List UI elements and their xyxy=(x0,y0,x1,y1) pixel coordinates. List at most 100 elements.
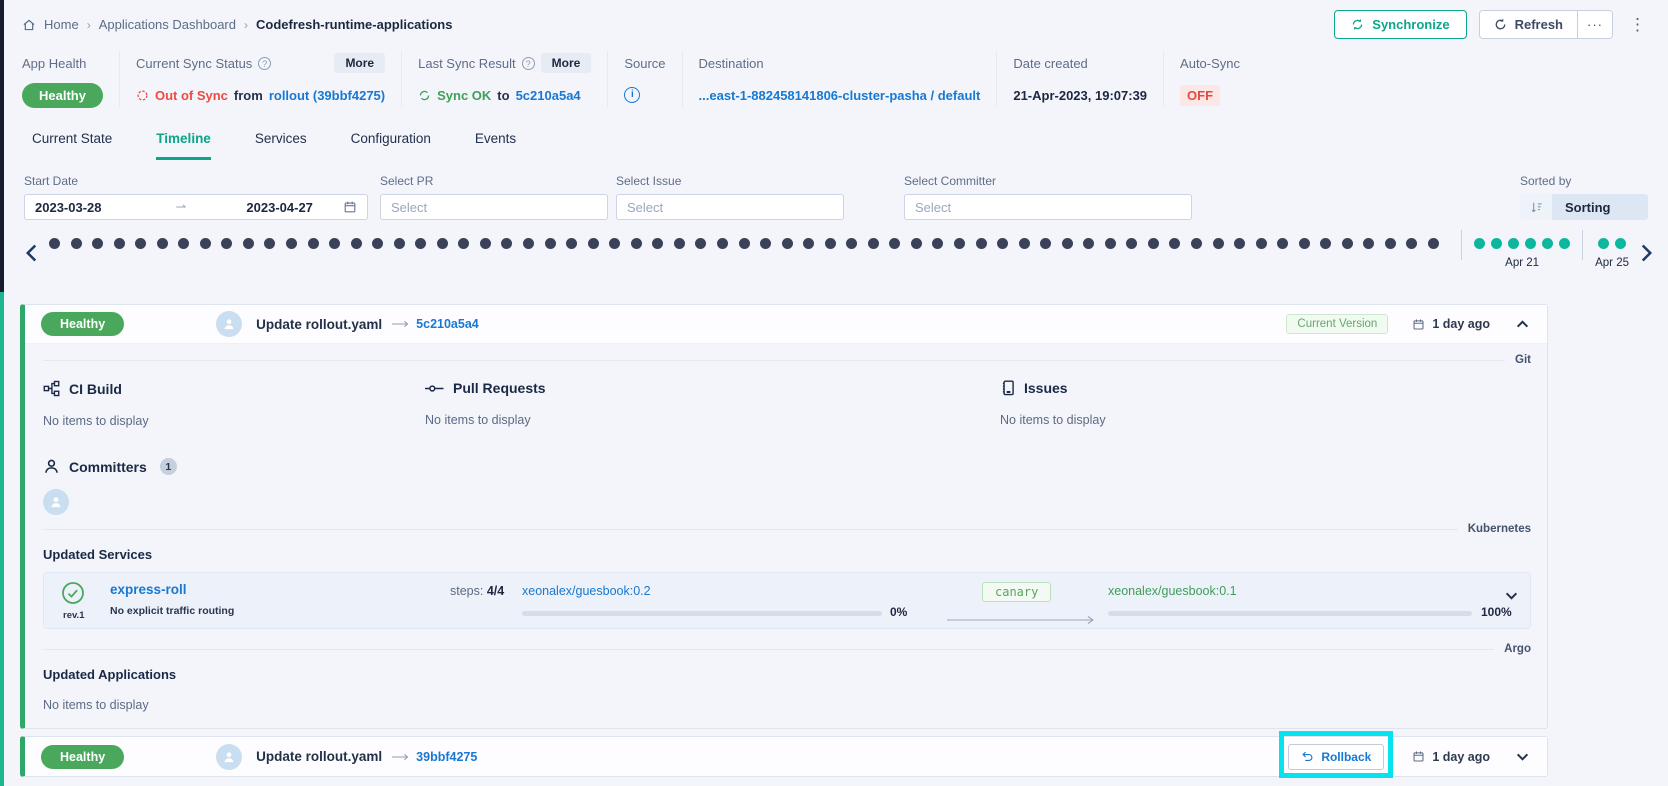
timeline-dot[interactable] xyxy=(739,238,750,249)
timeline-dot[interactable] xyxy=(1615,238,1626,249)
help-icon[interactable]: ? xyxy=(522,57,535,70)
timeline-dot[interactable] xyxy=(135,238,146,249)
home-icon[interactable] xyxy=(22,18,36,32)
timeline-dot[interactable] xyxy=(1148,238,1159,249)
timeline-dot[interactable] xyxy=(889,238,900,249)
last-sync-more-button[interactable]: More xyxy=(541,53,592,73)
timeline-dot[interactable] xyxy=(997,238,1008,249)
timeline-dot[interactable] xyxy=(1126,238,1137,249)
kebab-menu-button[interactable]: ⋮ xyxy=(1625,13,1650,37)
timeline-dot[interactable] xyxy=(200,238,211,249)
timeline-dot[interactable] xyxy=(1040,238,1051,249)
timeline-dot[interactable] xyxy=(329,238,340,249)
tab-configuration[interactable]: Configuration xyxy=(351,131,431,160)
timeline-dot[interactable] xyxy=(415,238,426,249)
date-to-value[interactable]: 2023-04-27 xyxy=(246,200,313,215)
expand-service-button[interactable] xyxy=(1505,589,1518,602)
breadcrumb-home[interactable]: Home xyxy=(44,17,79,32)
timeline-dot[interactable] xyxy=(1320,238,1331,249)
timeline-dot[interactable] xyxy=(1019,238,1030,249)
timeline-dot[interactable] xyxy=(1169,238,1180,249)
timeline-dot[interactable] xyxy=(1525,238,1536,249)
timeline-dot[interactable] xyxy=(1491,238,1502,249)
timeline-dot[interactable] xyxy=(1598,238,1609,249)
timeline-dot[interactable] xyxy=(911,238,922,249)
tab-events[interactable]: Events xyxy=(475,131,516,160)
calendar-icon[interactable] xyxy=(343,200,357,214)
timeline-dot[interactable] xyxy=(71,238,82,249)
select-committer-input[interactable] xyxy=(905,195,1191,219)
timeline-dot[interactable] xyxy=(760,238,771,249)
timeline-dot[interactable] xyxy=(157,238,168,249)
timeline-next-button[interactable] xyxy=(1635,240,1658,269)
timeline-dot[interactable] xyxy=(1385,238,1396,249)
service-to-image-link[interactable]: xeonalex/guesbook:0.1 xyxy=(1108,584,1237,598)
timeline-dot[interactable] xyxy=(954,238,965,249)
timeline-dot[interactable] xyxy=(868,238,879,249)
date-range-picker[interactable]: 2023-03-28 ⇀ 2023-04-27 xyxy=(24,194,368,220)
rollback-button[interactable]: Rollback xyxy=(1288,744,1384,770)
expand-card-button[interactable] xyxy=(1514,748,1531,765)
destination-link[interactable]: ...east-1-882458141806-cluster-pasha / d… xyxy=(699,88,981,103)
timeline-dot[interactable] xyxy=(458,238,469,249)
service-from-image-link[interactable]: xeonalex/guesbook:0.2 xyxy=(522,584,651,598)
synchronize-button[interactable]: Synchronize xyxy=(1334,10,1466,39)
timeline-dot[interactable] xyxy=(308,238,319,249)
current-sync-rollout-link[interactable]: rollout (39bbf4275) xyxy=(269,88,385,103)
timeline-dot[interactable] xyxy=(803,238,814,249)
timeline-dot[interactable] xyxy=(609,238,620,249)
date-from-value[interactable]: 2023-03-28 xyxy=(35,200,102,215)
timeline-dot[interactable] xyxy=(1256,238,1267,249)
timeline-dot[interactable] xyxy=(631,238,642,249)
timeline-dot[interactable] xyxy=(372,238,383,249)
tab-services[interactable]: Services xyxy=(255,131,307,160)
tab-current-state[interactable]: Current State xyxy=(32,131,112,160)
timeline-dot[interactable] xyxy=(976,238,987,249)
timeline-dot[interactable] xyxy=(1363,238,1374,249)
commit-hash-link[interactable]: 39bbf4275 xyxy=(416,750,477,764)
select-issue-input[interactable] xyxy=(617,195,843,219)
timeline-dot[interactable] xyxy=(1234,238,1245,249)
timeline-dot[interactable] xyxy=(221,238,232,249)
commit-hash-link[interactable]: 5c210a5a4 xyxy=(416,317,479,331)
timeline-dot[interactable] xyxy=(1342,238,1353,249)
timeline-dot[interactable] xyxy=(243,238,254,249)
timeline-dot[interactable] xyxy=(1062,238,1073,249)
timeline-dot[interactable] xyxy=(566,238,577,249)
timeline-dot[interactable] xyxy=(717,238,728,249)
breadcrumb-applications-dashboard[interactable]: Applications Dashboard xyxy=(99,17,236,32)
timeline-dot[interactable] xyxy=(1428,238,1439,249)
release-card-header[interactable]: Healthy Update rollout.yaml 5c210a5a4 Cu… xyxy=(25,305,1547,344)
timeline-dot[interactable] xyxy=(92,238,103,249)
timeline-dot[interactable] xyxy=(49,238,60,249)
timeline-dot[interactable] xyxy=(545,238,556,249)
timeline-dot[interactable] xyxy=(1559,238,1570,249)
timeline-dot[interactable] xyxy=(114,238,125,249)
timeline-prev-button[interactable] xyxy=(20,240,43,269)
tab-timeline[interactable]: Timeline xyxy=(156,131,211,160)
timeline-dot[interactable] xyxy=(674,238,685,249)
timeline-dot[interactable] xyxy=(1083,238,1094,249)
timeline-dot[interactable] xyxy=(264,238,275,249)
more-actions-button[interactable]: ··· xyxy=(1577,11,1612,38)
timeline-dot[interactable] xyxy=(695,238,706,249)
timeline-dot[interactable] xyxy=(932,238,943,249)
source-info-icon[interactable]: i xyxy=(624,87,640,103)
timeline-dot[interactable] xyxy=(782,238,793,249)
timeline-dot[interactable] xyxy=(1406,238,1417,249)
timeline-dot[interactable] xyxy=(1277,238,1288,249)
timeline-dot[interactable] xyxy=(846,238,857,249)
current-sync-more-button[interactable]: More xyxy=(334,53,385,73)
timeline-dot[interactable] xyxy=(1508,238,1519,249)
release-card-header[interactable]: Healthy Update rollout.yaml 39bbf4275 Ro… xyxy=(25,737,1547,776)
select-pr-input[interactable] xyxy=(381,195,607,219)
collapse-card-button[interactable] xyxy=(1514,316,1531,333)
timeline-dot[interactable] xyxy=(523,238,534,249)
timeline-dot[interactable] xyxy=(394,238,405,249)
help-icon[interactable]: ? xyxy=(258,57,271,70)
refresh-button[interactable]: Refresh xyxy=(1480,11,1577,38)
timeline-dot[interactable] xyxy=(1542,238,1553,249)
timeline-dot[interactable] xyxy=(588,238,599,249)
service-name-link[interactable]: express-roll xyxy=(110,582,187,597)
timeline-dot[interactable] xyxy=(480,238,491,249)
